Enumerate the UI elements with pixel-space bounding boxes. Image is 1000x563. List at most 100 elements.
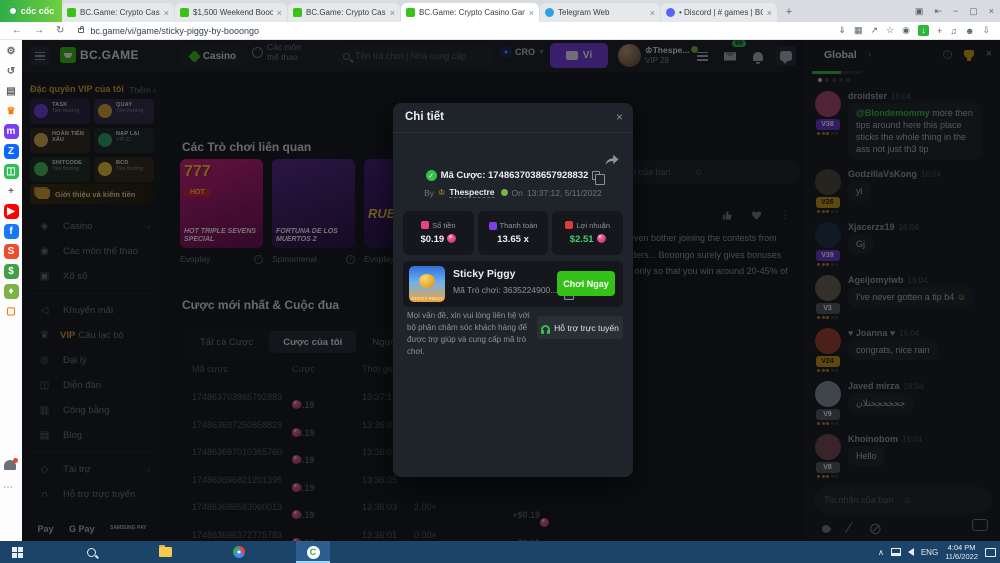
messenger-icon[interactable]: m [4,124,19,139]
facebook-icon[interactable]: f [4,224,19,239]
media-icon[interactable]: ♫ [950,26,957,36]
tab-favicon [406,8,415,17]
bet-details-modal: Chi tiết × ✓ Mã Cược: 174863703865792883… [393,103,633,477]
refresh[interactable]: ↻ [56,25,64,36]
tab-close-icon[interactable]: × [529,8,534,18]
tab-title: • Discord | # games | BC G [679,8,763,17]
download-accent-icon[interactable]: ↓ [918,25,929,36]
network-icon[interactable] [891,548,901,556]
windows-logo-icon [12,547,23,558]
tab-favicon [67,8,76,17]
rail-more-icon[interactable]: ⋯ [3,482,13,493]
back[interactable]: ← [12,25,22,36]
address-bar[interactable]: bc.game/vi/game/sticky-piggy-by-booongo [90,26,838,36]
add-icon[interactable]: + [4,184,19,199]
coccoc-logo-icon [8,6,18,16]
hot-trends-icon[interactable]: ♛ [4,104,19,119]
online-support-button[interactable]: Hỗ trợ trực tuyến [537,316,623,339]
frog-emoji-icon [501,189,508,196]
share-icon[interactable]: ↗ [870,25,878,36]
browser-tab[interactable]: • Discord | # games | BC G × [661,3,777,22]
copy-icon[interactable] [592,171,600,180]
game-thumbnail[interactable]: STICKY PIGGY [409,266,445,302]
coccoc-button[interactable]: C [296,541,330,563]
window-controls: ▣ ⇤ − ▢ × [915,0,998,22]
save-page-icon[interactable]: ⇓ [838,25,846,36]
crown-icon: ♔ [438,188,445,197]
games-icon[interactable]: ◫ [4,164,19,179]
deals-icon[interactable]: ♦ [4,284,19,299]
browser-tab[interactable]: BC.Game: Crypto Casino Gan × [288,3,400,22]
tab-title: BC.Game: Crypto Casino Gan [80,8,160,17]
extensions-icon[interactable]: + [937,26,942,36]
chrome-icon [233,546,245,558]
reading-list-icon[interactable]: ▤ [4,84,19,99]
bet-datetime: 13:37:12, 5/11/2022 [527,188,602,198]
file-explorer-button[interactable] [148,541,182,563]
toolbar-actions: ⇓ ▦ ↗ ☆ ◉ ↓ + ♫ ☻ ⇩ [838,25,990,36]
tab-close-icon[interactable]: × [390,8,395,18]
search-icon [87,548,96,557]
play-now-button[interactable]: Chơi Ngay [557,271,615,296]
shopee-icon[interactable]: S [4,244,19,259]
notification-bell-icon[interactable] [4,460,16,470]
profile-icon[interactable]: ☻ [965,26,974,36]
tab-close-icon[interactable]: × [277,8,282,18]
chrome-button[interactable] [222,541,256,563]
support-note: Mọi vấn đề, xin vui lòng liên hệ với bộ … [407,310,535,358]
headset-icon [541,325,550,331]
folder-icon [159,547,172,557]
bet-id-value: 1748637038657928832 [488,170,588,181]
action-center-icon[interactable] [985,548,996,557]
share-icon[interactable] [605,153,619,171]
game-name: Sticky Piggy [453,268,515,280]
cart-icon[interactable]: ▢ [4,304,19,319]
youtube-icon[interactable]: ▶ [4,204,19,219]
on-label: On [512,188,523,198]
zalo-icon[interactable]: Z [4,144,19,159]
stat-card: Số tiền $0.19 [403,211,474,255]
language-indicator[interactable]: ENG [921,548,938,557]
tray-chevron-icon[interactable]: ∧ [878,548,884,557]
history-icon[interactable]: ↺ [4,64,19,79]
bet-user-link[interactable]: Thespectre [449,187,494,198]
new-tab-button[interactable]: + [781,4,797,20]
browser-tab[interactable]: Telegram Web × [540,3,660,22]
browser-tab[interactable]: BC.Game: Crypto Casino Gan × [401,3,539,22]
adblock-shield-icon[interactable]: ◉ [902,25,910,36]
browser-tab[interactable]: BC.Game: Crypto Casino Gan × [62,3,174,22]
translate-icon[interactable]: ▦ [854,25,863,36]
stat-value: $0.19 [420,234,456,246]
settings-icon[interactable]: ⚙ [4,44,19,59]
minimize-icon[interactable]: − [953,6,958,16]
tab-title: Telegram Web [558,8,646,17]
tab-close-icon[interactable]: × [650,8,655,18]
snapshot-icon[interactable]: ▣ [915,6,924,17]
modal-close-icon[interactable]: × [616,110,623,124]
bookmark-star-icon[interactable]: ☆ [886,25,894,36]
stat-label: Số tiền [421,221,455,230]
shop-green-icon[interactable]: $ [4,264,19,279]
system-tray: ∧ ENG 4:04 PM11/6/2022 [878,541,996,563]
coccoc-menu-button[interactable]: cốc cốc [0,0,62,22]
maximize-icon[interactable]: ▢ [969,6,978,17]
tab-close-icon[interactable]: × [164,8,169,18]
browser-tab[interactable]: $1,500 Weekend Booongo M × [175,3,287,22]
forward[interactable]: → [34,25,44,36]
bet-id-row: ✓ Mã Cược: 1748637038657928832 [393,170,633,181]
https-lock-icon[interactable] [78,28,84,33]
verified-icon: ✓ [426,170,437,181]
start-button[interactable] [0,541,34,563]
modal-title: Chi tiết [405,111,444,123]
volume-icon[interactable] [908,548,914,556]
modal-header: Chi tiết × [393,103,633,133]
close-icon[interactable]: × [989,6,994,16]
boss-key-icon[interactable]: ⇤ [934,6,942,17]
gem-coin-icon [447,234,456,243]
taskbar-clock[interactable]: 4:04 PM11/6/2022 [945,543,978,562]
tab-close-icon[interactable]: × [767,8,772,18]
stat-card: Lợi nhuận $2.51 [552,211,623,255]
taskbar-search[interactable] [74,541,108,563]
downloads-icon[interactable]: ⇩ [982,25,990,36]
browser-tab-strip: cốc cốc BC.Game: Crypto Casino Gan × $1,… [0,0,1000,22]
